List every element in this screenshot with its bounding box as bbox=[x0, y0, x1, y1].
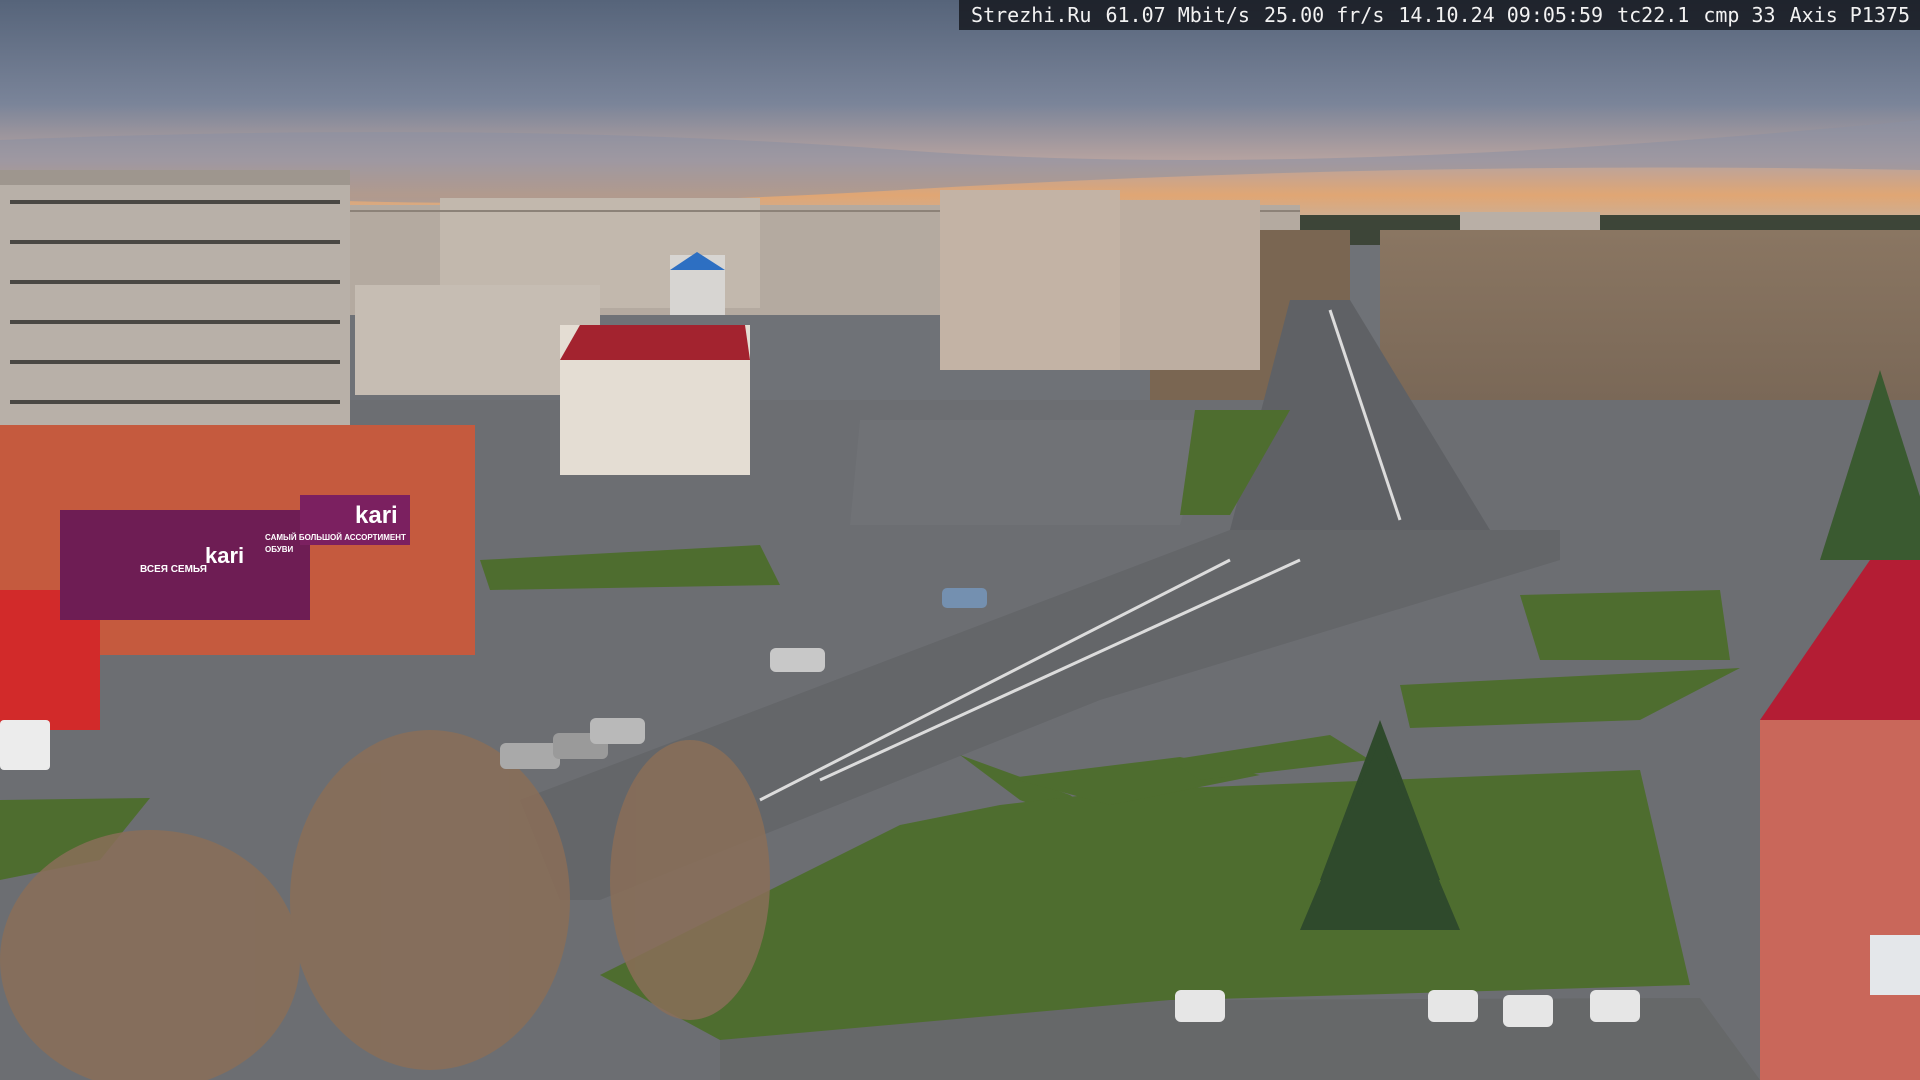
kari-slogan: ВСЕЯ СЕМЬЯ bbox=[140, 564, 207, 575]
dormitory-tower-right bbox=[1120, 200, 1260, 370]
plaza bbox=[850, 420, 1210, 525]
red-roof bbox=[560, 325, 750, 360]
osd-tc: tc22.1 bbox=[1617, 3, 1690, 27]
camera-osd-bar: Strezhi.Ru 61.07 Mbit/s 25.00 fr/s 14.10.24… bbox=[959, 0, 1920, 30]
kari-tagline: САМЫЙ БОЛЬШОЙ АССОРТИМЕНТ bbox=[265, 533, 406, 542]
dormitory-tower bbox=[940, 190, 1120, 370]
kari-logo: kari bbox=[355, 502, 398, 529]
osd-camera-model: Axis P1375 bbox=[1789, 3, 1910, 27]
osd-cmp: cmp 33 bbox=[1703, 3, 1776, 27]
osd-site: Strezhi.Ru bbox=[971, 3, 1092, 27]
osd-bitrate: 61.07 Mbit/s bbox=[1105, 3, 1250, 27]
city-scene: kari kari ВСЕЯ СЕМЬЯ САМЫЙ БОЛЬШОЙ АССОР… bbox=[0, 0, 1920, 1080]
osd-framerate: 25.00 fr/s bbox=[1263, 3, 1385, 27]
kari-logo-lower: kari bbox=[205, 543, 244, 568]
osd-datetime: 14.10.24 09:05:59 bbox=[1398, 3, 1604, 27]
kari-tagline-2: ОБУВИ bbox=[265, 545, 294, 554]
